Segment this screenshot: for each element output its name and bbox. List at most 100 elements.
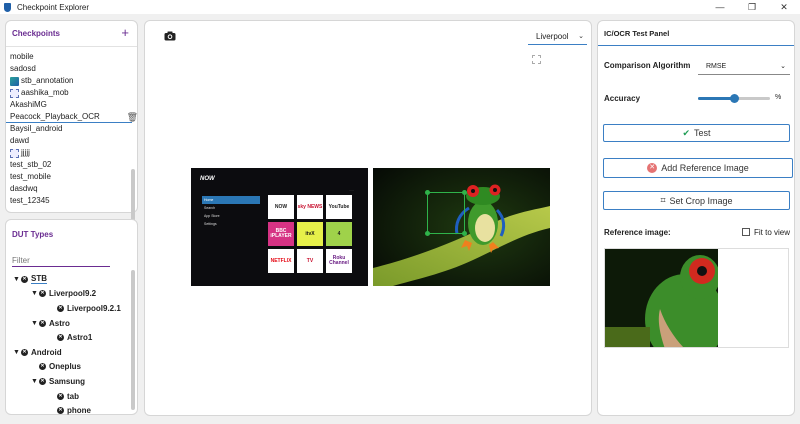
reference-image (604, 248, 789, 348)
node-bullet-icon: ✕ (39, 363, 46, 371)
checkpoints-scrollbar[interactable] (131, 169, 135, 225)
dut-node-label: Oneplus (49, 362, 82, 372)
dut-tree-node[interactable]: ▼ ✕ Samsung (6, 374, 134, 389)
dut-node-label: Android (31, 347, 62, 357)
stb-screenshot: NOW ····· Home Search App Store Settings NO… (191, 168, 368, 286)
chevron-down-icon: ⌄ (578, 33, 584, 40)
tv-menu-item: Search (204, 206, 216, 210)
checkpoint-item[interactable]: stb_annotation (6, 75, 128, 87)
plus-icon[interactable]: + (121, 25, 129, 40)
checkpoint-label: jjjjj (21, 148, 30, 157)
caret-down-icon[interactable]: ▼ (30, 378, 39, 385)
reference-image-crop (605, 249, 718, 347)
set-crop-image-button[interactable]: ⌗ Set Crop Image (603, 191, 790, 210)
checkpoint-item[interactable]: test_stb_02 (6, 159, 128, 171)
checkpoint-item[interactable]: jjjjj (6, 147, 128, 159)
checkpoint-item[interactable]: aashika_mob (6, 87, 128, 99)
crop-icon: ⌗ (660, 195, 666, 205)
node-bullet-icon: ✕ (39, 377, 46, 385)
checkpoint-item[interactable]: mobile (6, 51, 128, 63)
dut-node-label: STB (31, 274, 47, 285)
dut-tree-node[interactable]: ▼ ✕ Liverpool9.2 (6, 287, 134, 302)
tv-app-tile: 4 (326, 222, 352, 246)
algorithm-select[interactable]: RMSE ⌄ (698, 58, 790, 75)
tv-app-tile: TV (297, 249, 323, 273)
maximize-button[interactable]: ❐ (736, 0, 768, 14)
checkpoint-item[interactable]: dasdwq (6, 183, 128, 195)
checkpoints-header: Checkpoints + (6, 21, 137, 47)
crop-handle-top-right[interactable] (462, 190, 467, 195)
dut-tree-node[interactable]: ▼ ✕ STB (6, 272, 134, 287)
node-bullet-icon: ✕ (57, 334, 64, 342)
dut-node-label: Liverpool9.2 (49, 289, 97, 299)
accuracy-slider[interactable] (698, 94, 770, 103)
dut-node-label: Astro1 (67, 333, 93, 343)
app-shield-icon (4, 2, 11, 12)
caret-down-icon[interactable]: ▼ (12, 276, 21, 283)
caret-down-icon[interactable]: ▼ (12, 349, 21, 356)
tv-clock: ····· (349, 188, 354, 192)
checkpoint-label: aashika_mob (21, 88, 69, 97)
tv-app-tile: NOW (268, 195, 294, 219)
slider-fill (698, 97, 734, 100)
accuracy-label: Accuracy (604, 94, 641, 103)
trash-icon[interactable]: 🗑 (127, 111, 138, 123)
fit-to-view-checkbox[interactable] (742, 228, 750, 236)
crop-handle-top-left[interactable] (425, 190, 430, 195)
tv-app-tile: Roku Channel (326, 249, 352, 273)
caret-down-icon[interactable]: ▼ (30, 290, 39, 297)
node-bullet-icon: ✕ (39, 290, 46, 298)
checkpoint-thumbnail-icon (10, 148, 19, 158)
minimize-button[interactable]: — (704, 0, 736, 14)
tv-app-tile: YouTube (326, 195, 352, 219)
node-bullet-icon: ✕ (57, 304, 64, 312)
test-panel: IC/OCR Test Panel Comparison Algorithm R… (597, 20, 795, 416)
tv-menu-item: Settings (204, 222, 217, 226)
close-button[interactable]: ✕ (768, 0, 800, 14)
expand-icon[interactable] (532, 55, 541, 64)
tv-app-tile: NETFLIX (268, 249, 294, 273)
algorithm-label: Comparison Algorithm (604, 61, 691, 70)
dut-tree-node[interactable]: ▼ ✕ Astro (6, 316, 134, 331)
node-bullet-icon: ✕ (39, 319, 46, 327)
check-icon: ✔ (682, 127, 691, 138)
caret-down-icon[interactable]: ▼ (30, 320, 39, 327)
checkpoint-item[interactable]: Baysil_android (6, 123, 128, 135)
dut-tree-node[interactable]: ▼ ✕ Android (6, 345, 134, 360)
tv-menu-item: Home (202, 196, 260, 204)
dut-node-label: Samsung (49, 376, 86, 386)
add-reference-image-button[interactable]: ✕ Add Reference Image (603, 158, 793, 178)
dut-tree-node[interactable]: ✕ tab (6, 389, 134, 404)
dut-node-label: tab (67, 391, 79, 401)
checkpoint-label: Peacock_Playback_OCR (10, 111, 100, 121)
tv-app-tile: itvX (297, 222, 323, 246)
dut-types-header: DUT Types (6, 220, 137, 248)
dut-tree-node[interactable]: ✕ Astro1 (6, 330, 134, 345)
dut-scrollbar[interactable] (131, 270, 135, 410)
checkpoint-item[interactable]: Peacock_Playback_OCR 🗑 (6, 111, 138, 123)
test-panel-title: IC/OCR Test Panel (604, 28, 670, 38)
test-button-label: Test (694, 128, 711, 138)
checkpoint-label: test_stb_02 (10, 160, 52, 169)
filter-input[interactable] (12, 254, 110, 267)
crop-handle-bottom-right[interactable] (462, 231, 467, 236)
checkpoint-label: Baysil_android (10, 124, 63, 133)
dut-tree-node[interactable]: ✕ Liverpool9.2.1 (6, 301, 134, 316)
dut-tree-node[interactable]: ✕ phone (6, 403, 134, 418)
crop-rectangle[interactable] (425, 190, 467, 236)
slider-thumb[interactable] (729, 94, 739, 103)
camera-icon[interactable] (164, 31, 176, 41)
test-button[interactable]: ✔ Test (603, 124, 790, 142)
checkpoint-item[interactable]: test_mobile (6, 171, 128, 183)
checkpoint-item[interactable]: AkashiMG (6, 99, 128, 111)
dut-types-panel: DUT Types ▼✕STB▼✕Liverpool9.2✕Liverpool9… (5, 219, 138, 415)
tv-app-grid: NOW sky NEWS YouTube BBC iPLAYER itvX 4 NETFLI… (268, 195, 353, 273)
crop-handle-bottom-left[interactable] (425, 231, 430, 236)
now-logo: NOW (200, 176, 215, 182)
checkpoint-item[interactable]: sadosd (6, 63, 128, 75)
checkpoint-item[interactable]: dawd (6, 135, 128, 147)
checkpoint-item[interactable]: test_12345 (6, 195, 128, 207)
dut-node-label: phone (67, 406, 91, 416)
dut-tree-node[interactable]: ✕ Oneplus (6, 360, 134, 375)
device-select[interactable]: Liverpool ⌄ (528, 28, 587, 45)
